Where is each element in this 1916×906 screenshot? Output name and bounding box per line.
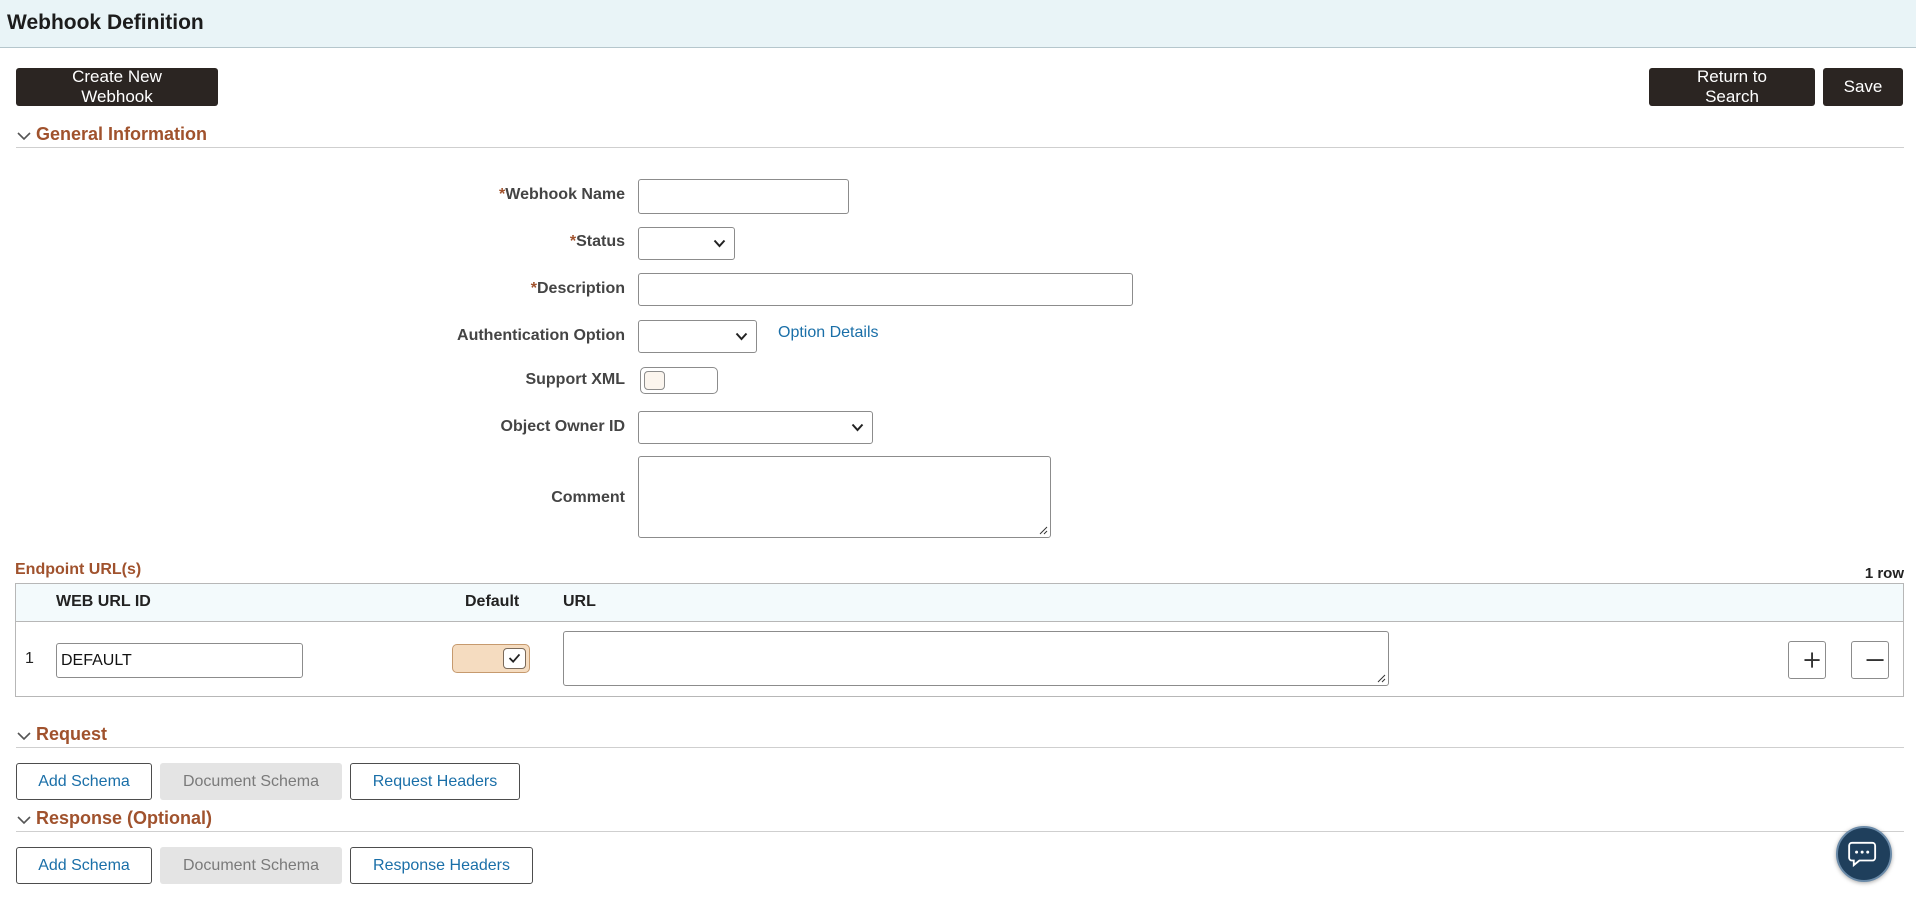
row-count: 1 row bbox=[1864, 565, 1904, 582]
row-number: 1 bbox=[25, 650, 34, 667]
column-header-default: Default bbox=[465, 593, 520, 610]
default-toggle[interactable] bbox=[452, 644, 530, 673]
request-add-schema-button[interactable]: Add Schema bbox=[16, 763, 152, 800]
response-headers-button[interactable]: Response Headers bbox=[350, 847, 533, 884]
column-header-url: URL bbox=[563, 593, 596, 610]
section-title: Request bbox=[36, 724, 108, 744]
web-url-id-input[interactable]: DEFAULT bbox=[56, 643, 303, 678]
comment-textarea[interactable] bbox=[638, 456, 1051, 538]
chevron-down-icon[interactable] bbox=[16, 729, 32, 743]
column-header-web-url-id: WEB URL ID bbox=[56, 593, 151, 610]
comment-label: Comment bbox=[551, 489, 625, 506]
checkmark-icon bbox=[508, 653, 521, 663]
resize-handle-icon[interactable] bbox=[1038, 525, 1048, 535]
request-headers-button[interactable]: Request Headers bbox=[350, 763, 520, 800]
section-request[interactable]: Request bbox=[16, 724, 1904, 748]
endpoint-urls-grid: WEB URL ID Default URL 1 DEFAULT bbox=[15, 583, 1904, 697]
chevron-down-icon[interactable] bbox=[16, 813, 32, 827]
authentication-option-label: Authentication Option bbox=[457, 327, 625, 344]
toggle-knob bbox=[644, 371, 665, 390]
minus-icon bbox=[1866, 659, 1884, 661]
status-select[interactable] bbox=[638, 227, 735, 260]
section-response[interactable]: Response (Optional) bbox=[16, 808, 1904, 832]
endpoint-urls-title: Endpoint URL(s) bbox=[15, 561, 142, 578]
webhook-name-label: *Webhook Name bbox=[499, 186, 625, 203]
section-title: Response (Optional) bbox=[36, 808, 213, 828]
chevron-down-icon[interactable] bbox=[16, 129, 32, 143]
status-label: *Status bbox=[569, 233, 625, 250]
chevron-down-icon bbox=[851, 423, 864, 432]
option-details-link[interactable]: Option Details bbox=[778, 324, 879, 342]
support-xml-label: Support XML bbox=[525, 371, 625, 388]
webhook-name-input[interactable] bbox=[638, 179, 849, 214]
authentication-option-select[interactable] bbox=[638, 320, 757, 353]
delete-row-button[interactable] bbox=[1851, 641, 1889, 679]
chevron-down-icon bbox=[735, 332, 748, 341]
create-new-webhook-button[interactable]: Create New Webhook bbox=[16, 67, 218, 106]
grid-header: WEB URL ID Default URL bbox=[16, 584, 1903, 622]
response-document-schema-button[interactable]: Document Schema bbox=[160, 847, 342, 884]
add-row-button[interactable] bbox=[1788, 641, 1826, 679]
request-document-schema-button[interactable]: Document Schema bbox=[160, 763, 342, 800]
chat-icon bbox=[1848, 841, 1877, 868]
toggle-knob bbox=[503, 648, 526, 669]
section-title: General Information bbox=[36, 124, 208, 144]
url-textarea[interactable] bbox=[563, 631, 1389, 686]
return-to-search-button[interactable]: Return to Search bbox=[1649, 67, 1815, 106]
page-header: Webhook Definition bbox=[0, 0, 1916, 48]
page-title: Webhook Definition bbox=[7, 11, 204, 34]
description-input[interactable] bbox=[638, 273, 1133, 306]
chevron-down-icon bbox=[713, 239, 726, 248]
object-owner-id-label: Object Owner ID bbox=[500, 418, 625, 435]
support-xml-toggle[interactable] bbox=[640, 367, 718, 394]
object-owner-id-select[interactable] bbox=[638, 411, 873, 444]
plus-icon bbox=[1804, 652, 1820, 668]
save-button[interactable]: Save bbox=[1823, 68, 1903, 106]
section-general-information[interactable]: General Information bbox=[16, 124, 1904, 148]
response-add-schema-button[interactable]: Add Schema bbox=[16, 847, 152, 884]
chat-button[interactable] bbox=[1836, 826, 1892, 882]
resize-handle-icon[interactable] bbox=[1376, 673, 1386, 683]
description-label: *Description bbox=[530, 280, 625, 297]
